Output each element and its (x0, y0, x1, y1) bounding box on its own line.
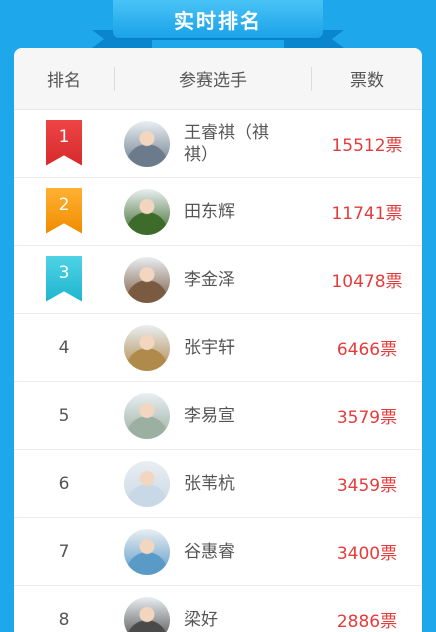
header-player: 参赛选手 (179, 71, 247, 91)
table-row[interactable]: 6 张苇杭 3459票 (14, 450, 422, 518)
player-name: 王睿祺（祺祺） (184, 122, 269, 165)
ranking-list: 1 王睿祺（祺祺） 15512票 2 田东辉 11741票 3 李金泽 10478票 4 张宇轩 64… (14, 110, 422, 632)
table-row[interactable]: 1 王睿祺（祺祺） 15512票 (14, 110, 422, 178)
table-row[interactable]: 7 谷惠睿 3400票 (14, 518, 422, 586)
table-header: 排名 参赛选手 票数 (14, 48, 422, 110)
header-votes: 票数 (350, 71, 384, 91)
header-rank: 排名 (47, 71, 81, 91)
rank-cell: 2 (14, 187, 114, 234)
player-avatar[interactable] (124, 392, 170, 439)
rank-number: 5 (58, 405, 70, 426)
player-cell: 张苇杭 (114, 460, 312, 507)
rank-cell: 6 (14, 474, 114, 494)
player-avatar[interactable] (124, 460, 170, 507)
player-cell: 李金泽 (114, 256, 312, 303)
player-name: 田东辉 (184, 201, 235, 222)
ranking-table: 排名 参赛选手 票数 1 王睿祺（祺祺） 15512票 2 田东辉 11741票 3 李金泽 1… (14, 48, 422, 632)
table-row[interactable]: 8 梁好 2886票 (14, 586, 422, 632)
player-avatar[interactable] (124, 596, 170, 632)
player-cell: 谷惠睿 (114, 528, 312, 575)
vote-count: 3579票 (336, 408, 398, 428)
rank-number: 6 (58, 473, 70, 494)
rank-ribbon-badge: 3 (46, 255, 82, 302)
table-row[interactable]: 3 李金泽 10478票 (14, 246, 422, 314)
table-row[interactable]: 2 田东辉 11741票 (14, 178, 422, 246)
player-name: 李易宣 (184, 405, 235, 426)
vote-count: 15512票 (331, 136, 403, 156)
player-cell: 田东辉 (114, 188, 312, 235)
table-row[interactable]: 5 李易宣 3579票 (14, 382, 422, 450)
player-avatar[interactable] (124, 188, 170, 235)
player-name: 李金泽 (184, 269, 235, 290)
player-avatar[interactable] (124, 528, 170, 575)
banner-title: 实时排名 (113, 0, 323, 38)
rank-cell: 5 (14, 406, 114, 426)
vote-count: 3400票 (336, 544, 398, 564)
rank-cell: 7 (14, 542, 114, 562)
rank-cell: 3 (14, 255, 114, 302)
player-name: 谷惠睿 (184, 541, 235, 562)
player-cell: 张宇轩 (114, 324, 312, 371)
ranking-banner: 实时排名 (0, 0, 436, 50)
rank-number: 4 (58, 337, 70, 358)
player-avatar[interactable] (124, 256, 170, 303)
rank-number: 7 (58, 541, 70, 562)
vote-count: 6466票 (336, 340, 398, 360)
player-name: 张苇杭 (184, 473, 235, 494)
rank-cell: 4 (14, 338, 114, 358)
vote-count: 10478票 (331, 272, 403, 292)
vote-count: 3459票 (336, 476, 398, 496)
player-cell: 王睿祺（祺祺） (114, 120, 312, 167)
player-avatar[interactable] (124, 120, 170, 167)
rank-ribbon-badge: 1 (46, 119, 82, 166)
rank-ribbon-badge: 2 (46, 187, 82, 234)
rank-cell: 8 (14, 610, 114, 630)
vote-count: 11741票 (331, 204, 403, 224)
vote-count: 2886票 (336, 612, 398, 632)
rank-cell: 1 (14, 119, 114, 166)
player-name: 梁好 (184, 609, 218, 630)
rank-number: 8 (58, 609, 70, 630)
player-cell: 梁好 (114, 596, 312, 632)
player-cell: 李易宣 (114, 392, 312, 439)
table-row[interactable]: 4 张宇轩 6466票 (14, 314, 422, 382)
player-name: 张宇轩 (184, 337, 235, 358)
player-avatar[interactable] (124, 324, 170, 371)
